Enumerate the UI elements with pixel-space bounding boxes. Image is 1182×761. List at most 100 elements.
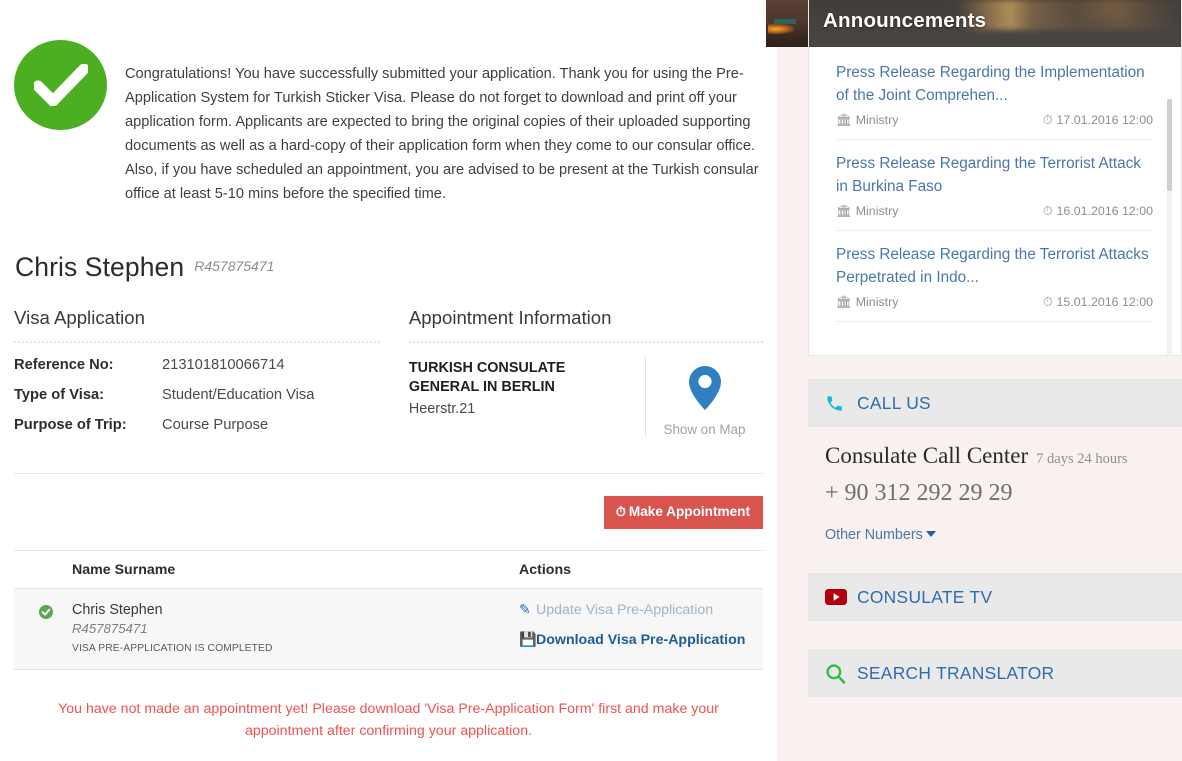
show-on-map-label: Show on Map: [663, 422, 746, 437]
call-center-phone: + 90 312 292 29 29: [825, 480, 1013, 506]
call-us-body: Consulate Call Center 7 days 24 hours + …: [808, 427, 1182, 543]
right-sidebar: Announcements Press Release Regarding th…: [766, 0, 1182, 761]
details-columns: Visa Application Reference No: 213101810…: [14, 307, 763, 447]
announcement-meta: 🏛 Ministry ⏱ 16.01.2016 12:00: [836, 204, 1153, 219]
announcement-meta: 🏛 Ministry ⏱ 17.01.2016 12:00: [836, 113, 1153, 128]
divider: [14, 341, 380, 343]
announcement-date: ⏱ 16.01.2016 12:00: [1043, 204, 1153, 219]
announcement-thumbnail-image: [766, 0, 808, 47]
make-appointment-label: Make Appointment: [628, 504, 750, 519]
announcement-link[interactable]: Press Release Regarding the Terrorist At…: [836, 243, 1153, 289]
row-name: Chris Stephen: [72, 601, 163, 618]
list-item: Press Release Regarding the Terrorist At…: [836, 243, 1153, 322]
column-header-name: Name Surname: [72, 561, 176, 578]
check-circle-icon: [14, 40, 107, 130]
field-label: Type of Visa:: [14, 387, 105, 403]
success-message: Congratulations! You have successfully s…: [125, 66, 759, 202]
announcement-source: 🏛 Ministry: [836, 295, 898, 310]
appointment-information-section: Appointment Information TURKISH CONSULAT…: [395, 307, 763, 447]
consulate-block: TURKISH CONSULATE GENERAL IN BERLIN Heer…: [409, 357, 645, 437]
announcement-date-label: 16.01.2016 12:00: [1056, 204, 1153, 218]
search-icon: [825, 663, 857, 684]
applicant-header: Chris Stephen R457875471: [14, 252, 763, 283]
announcement-source-label: Ministry: [855, 204, 899, 218]
update-visa-pre-application-link[interactable]: ✎ Update Visa Pre-Application: [519, 602, 763, 618]
announcements-list: Press Release Regarding the Implementati…: [809, 47, 1181, 355]
table-header-row: Name Surname Actions: [14, 549, 763, 589]
call-us-section: CALL US Consulate Call Center 7 days 24 …: [808, 379, 1182, 567]
map-pin-icon: [688, 366, 721, 410]
field-type-of-visa: Type of Visa: Student/Education Visa: [14, 387, 380, 403]
visa-application-section: Visa Application Reference No: 213101810…: [14, 307, 395, 447]
consulate-tv-section: CONSULATE TV: [808, 573, 1182, 621]
consulate-address: Heerstr.21: [408, 401, 476, 417]
warning-message: You have not made an appointment yet! Pl…: [58, 700, 719, 739]
page-root: Congratulations! You have successfully s…: [0, 0, 1182, 761]
visa-application-title: Visa Application: [14, 307, 145, 328]
clock-icon: ⏱: [615, 504, 626, 519]
call-us-label: CALL US: [857, 392, 931, 413]
appointment-details: TURKISH CONSULATE GENERAL IN BERLIN Heer…: [409, 357, 763, 437]
clock-icon: ⏱: [1042, 113, 1053, 127]
appointment-information-title: Appointment Information: [408, 307, 612, 328]
pencil-icon: ✎: [519, 601, 531, 618]
call-center-hours: 7 days 24 hours: [1036, 451, 1128, 467]
floppy-disk-icon: 💾: [519, 631, 537, 648]
field-reference-no: Reference No: 213101810066714: [14, 357, 380, 373]
applicant-reference: R457875471: [194, 258, 275, 274]
field-label: Purpose of Trip:: [14, 417, 127, 433]
download-visa-pre-application-link[interactable]: 💾Download Visa Pre-Application: [519, 632, 763, 648]
status-badge: VISA PRE-APPLICATION IS COMPLETED: [72, 642, 273, 654]
other-numbers-toggle[interactable]: Other Numbers: [825, 527, 1165, 543]
announcement-source-label: Ministry: [855, 295, 899, 309]
institution-icon: 🏛: [836, 113, 852, 127]
announcement-source: 🏛 Ministry: [836, 204, 898, 219]
list-item: Press Release Regarding the Terrorist At…: [836, 152, 1153, 231]
download-link-label: Download Visa Pre-Application: [536, 631, 746, 648]
column-header-actions: Actions: [519, 561, 572, 578]
field-value: 213101810066714: [162, 357, 285, 373]
announcement-source: 🏛 Ministry: [836, 113, 898, 128]
field-purpose-of-trip: Purpose of Trip: Course Purpose: [14, 417, 380, 433]
youtube-icon: [825, 589, 857, 605]
institution-icon: 🏛: [836, 204, 852, 218]
call-center-name: Consulate Call Center: [825, 443, 1029, 468]
announcement-source-label: Ministry: [855, 113, 899, 127]
announcement-date-label: 15.01.2016 12:00: [1056, 295, 1153, 309]
announcements-scrollbar[interactable]: [1167, 99, 1172, 355]
success-banner: Congratulations! You have successfully s…: [14, 0, 763, 206]
announcements-panel: Announcements Press Release Regarding th…: [808, 0, 1182, 356]
divider: [408, 341, 763, 343]
announcement-date: ⏱ 17.01.2016 12:00: [1043, 113, 1153, 128]
field-label: Reference No:: [14, 357, 114, 373]
call-us-header[interactable]: CALL US: [808, 379, 1182, 427]
announcement-link[interactable]: Press Release Regarding the Implementati…: [836, 61, 1153, 107]
call-center-line: Consulate Call Center 7 days 24 hours: [825, 443, 1165, 469]
show-on-map-button[interactable]: Show on Map: [645, 357, 763, 437]
applications-table: Name Surname Actions Chris Stephen R4578…: [14, 549, 763, 670]
field-value: Student/Education Visa: [162, 387, 315, 403]
announcement-meta: 🏛 Ministry ⏱ 15.01.2016 12:00: [836, 295, 1153, 310]
actions-cell: ✎ Update Visa Pre-Application 💾Download V…: [519, 602, 763, 654]
table-row: Chris Stephen R457875471 VISA PRE-APPLIC…: [14, 588, 763, 670]
check-circle-small-icon: [39, 604, 53, 619]
search-translator-section: SEARCH TRANSLATOR: [808, 649, 1182, 697]
update-link-label: Update Visa Pre-Application: [536, 601, 714, 618]
search-translator-label: SEARCH TRANSLATOR: [857, 662, 1055, 683]
search-translator-header[interactable]: SEARCH TRANSLATOR: [808, 649, 1182, 697]
applicant-cell: Chris Stephen R457875471 VISA PRE-APPLIC…: [14, 602, 519, 654]
consulate-tv-header[interactable]: CONSULATE TV: [808, 573, 1182, 621]
make-appointment-button[interactable]: ⏱ Make Appointment: [603, 496, 763, 529]
institution-icon: 🏛: [836, 295, 852, 309]
announcements-title: Announcements: [823, 9, 987, 32]
field-value: Course Purpose: [162, 417, 269, 433]
list-item: Press Release Regarding the Implementati…: [836, 61, 1153, 140]
other-numbers-label: Other Numbers: [825, 527, 923, 543]
scrollbar-thumb[interactable]: [1167, 99, 1172, 191]
announcement-date: ⏱ 15.01.2016 12:00: [1043, 295, 1153, 310]
consulate-name: TURKISH CONSULATE GENERAL IN BERLIN: [408, 360, 566, 395]
page-title: Chris Stephen: [15, 252, 185, 282]
phone-icon: [825, 394, 857, 413]
announcement-link[interactable]: Press Release Regarding the Terrorist At…: [836, 152, 1153, 198]
chevron-down-icon: [925, 531, 936, 537]
